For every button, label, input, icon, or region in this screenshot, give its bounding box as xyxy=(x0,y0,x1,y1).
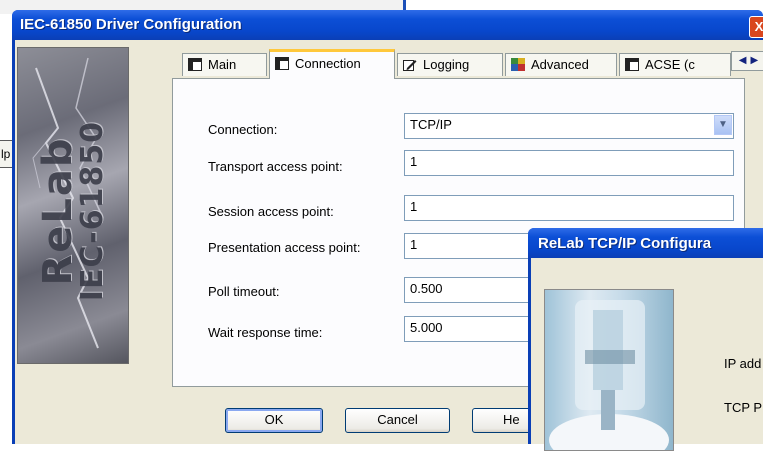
chevron-down-icon[interactable]: ▼ xyxy=(714,115,732,135)
tab-main-label: Main xyxy=(208,57,237,72)
scroll-left-icon[interactable]: ◀ xyxy=(739,55,747,66)
advanced-icon xyxy=(511,58,525,71)
close-icon: X xyxy=(754,19,763,34)
window-icon xyxy=(625,58,639,71)
poll-timeout-label: Poll timeout: xyxy=(208,284,280,299)
ip-address-label: IP add xyxy=(724,356,762,371)
presentation-access-point-value: 1 xyxy=(410,237,418,252)
session-label: Session access point: xyxy=(208,204,334,219)
logo-line-brand: ReLab xyxy=(35,136,81,286)
tcpip-title-bar[interactable]: ReLab TCP/IP Configura xyxy=(528,228,763,258)
connection-label: Connection: xyxy=(208,122,278,137)
window-icon xyxy=(188,58,202,71)
logo-line-standard: IEC-61850 xyxy=(75,120,110,302)
dialog-left-border xyxy=(12,406,15,444)
session-access-point-input[interactable]: 1 xyxy=(404,195,734,221)
scroll-right-icon[interactable]: ▶ xyxy=(751,55,759,66)
tab-acse-label: ACSE (c xyxy=(645,57,695,72)
tab-advanced[interactable]: Advanced xyxy=(505,53,617,76)
transport-access-point-input[interactable]: 1 xyxy=(404,150,734,176)
cancel-button[interactable]: Cancel xyxy=(345,408,450,433)
tcp-port-label: TCP P xyxy=(724,400,763,415)
tab-advanced-label: Advanced xyxy=(531,57,589,72)
edit-icon xyxy=(403,60,417,71)
close-button[interactable]: X xyxy=(749,16,763,38)
connection-select[interactable]: TCP/IP ▼ xyxy=(404,113,734,139)
poll-timeout-value: 0.500 xyxy=(410,281,443,296)
relab-logo: ReLab IEC-61850 xyxy=(17,47,129,364)
wait-response-time-value: 5.000 xyxy=(410,320,443,335)
tab-logging[interactable]: Logging xyxy=(397,53,503,76)
transport-access-point-value: 1 xyxy=(410,154,418,169)
tab-acse[interactable]: ACSE (c xyxy=(619,53,731,76)
logo-text: ReLab IEC-61850 xyxy=(35,56,110,363)
dialog-title: IEC-61850 Driver Configuration xyxy=(20,16,242,33)
tab-scroll-buttons[interactable]: ◀ ▶ xyxy=(731,51,763,71)
device-photo xyxy=(544,289,674,451)
ok-button[interactable]: OK xyxy=(225,408,323,433)
device-image-icon xyxy=(549,300,669,450)
session-access-point-value: 1 xyxy=(410,199,418,214)
connection-select-value: TCP/IP xyxy=(410,117,452,132)
transport-label: Transport access point: xyxy=(208,159,343,174)
wait-response-label: Wait response time: xyxy=(208,325,323,340)
tcpip-dialog-title: ReLab TCP/IP Configura xyxy=(538,235,712,252)
tab-logging-label: Logging xyxy=(423,57,470,72)
title-bar[interactable]: IEC-61850 Driver Configuration X xyxy=(12,10,763,40)
tab-main[interactable]: Main xyxy=(182,53,267,76)
tab-connection[interactable]: Connection xyxy=(269,49,395,79)
tab-connection-label: Connection xyxy=(295,56,361,71)
window-icon xyxy=(275,57,289,70)
presentation-label: Presentation access point: xyxy=(208,240,361,255)
background-help-label: lp xyxy=(1,147,11,161)
